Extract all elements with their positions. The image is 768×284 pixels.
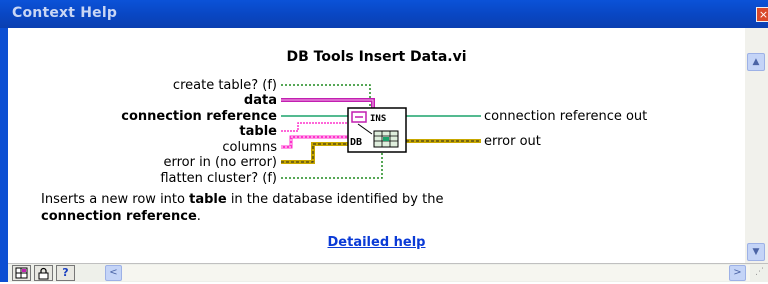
scroll-left-button[interactable]: <: [105, 265, 122, 281]
vi-icon: INS DB: [347, 107, 407, 153]
wire-create-table: [281, 84, 371, 108]
connector-pane-diagram: INS DB: [281, 84, 481, 179]
context-help-window: Context Help × DB Tools Insert Data.vi c…: [0, 0, 768, 282]
close-button[interactable]: ×: [756, 7, 768, 22]
wire-flatten-cluster: [281, 152, 383, 179]
lock-button[interactable]: [34, 265, 53, 281]
window-title: Context Help: [12, 5, 118, 21]
wire-data: [281, 98, 375, 108]
icon-db-text: DB: [350, 137, 362, 148]
term-connection-reference: connection reference: [41, 209, 197, 224]
lock-icon: [38, 267, 49, 280]
horizontal-scrollbar[interactable]: < >: [105, 265, 750, 281]
help-toolbar: ? < > ⋰: [8, 263, 768, 282]
window-border: [0, 28, 8, 282]
optional-terminals-icon: [15, 267, 28, 279]
help-content: DB Tools Insert Data.vi create table? (f…: [8, 28, 745, 263]
vertical-scrollbar[interactable]: ▲ ▼: [745, 28, 768, 263]
show-optional-terminals-button[interactable]: [12, 265, 31, 281]
detailed-help-link[interactable]: Detailed help: [8, 235, 745, 250]
resize-grip-icon[interactable]: ⋰: [755, 267, 764, 277]
vi-description: Inserts a new row into table in the data…: [41, 192, 444, 224]
wire-table: [281, 122, 348, 132]
scroll-down-button[interactable]: ▼: [747, 243, 765, 261]
scroll-up-button[interactable]: ▲: [747, 53, 765, 71]
term-table: table: [189, 192, 227, 207]
icon-ins-text: INS: [370, 114, 386, 124]
scroll-right-button[interactable]: >: [729, 265, 746, 281]
help-button[interactable]: ?: [56, 265, 75, 281]
title-bar[interactable]: Context Help ×: [0, 0, 768, 28]
